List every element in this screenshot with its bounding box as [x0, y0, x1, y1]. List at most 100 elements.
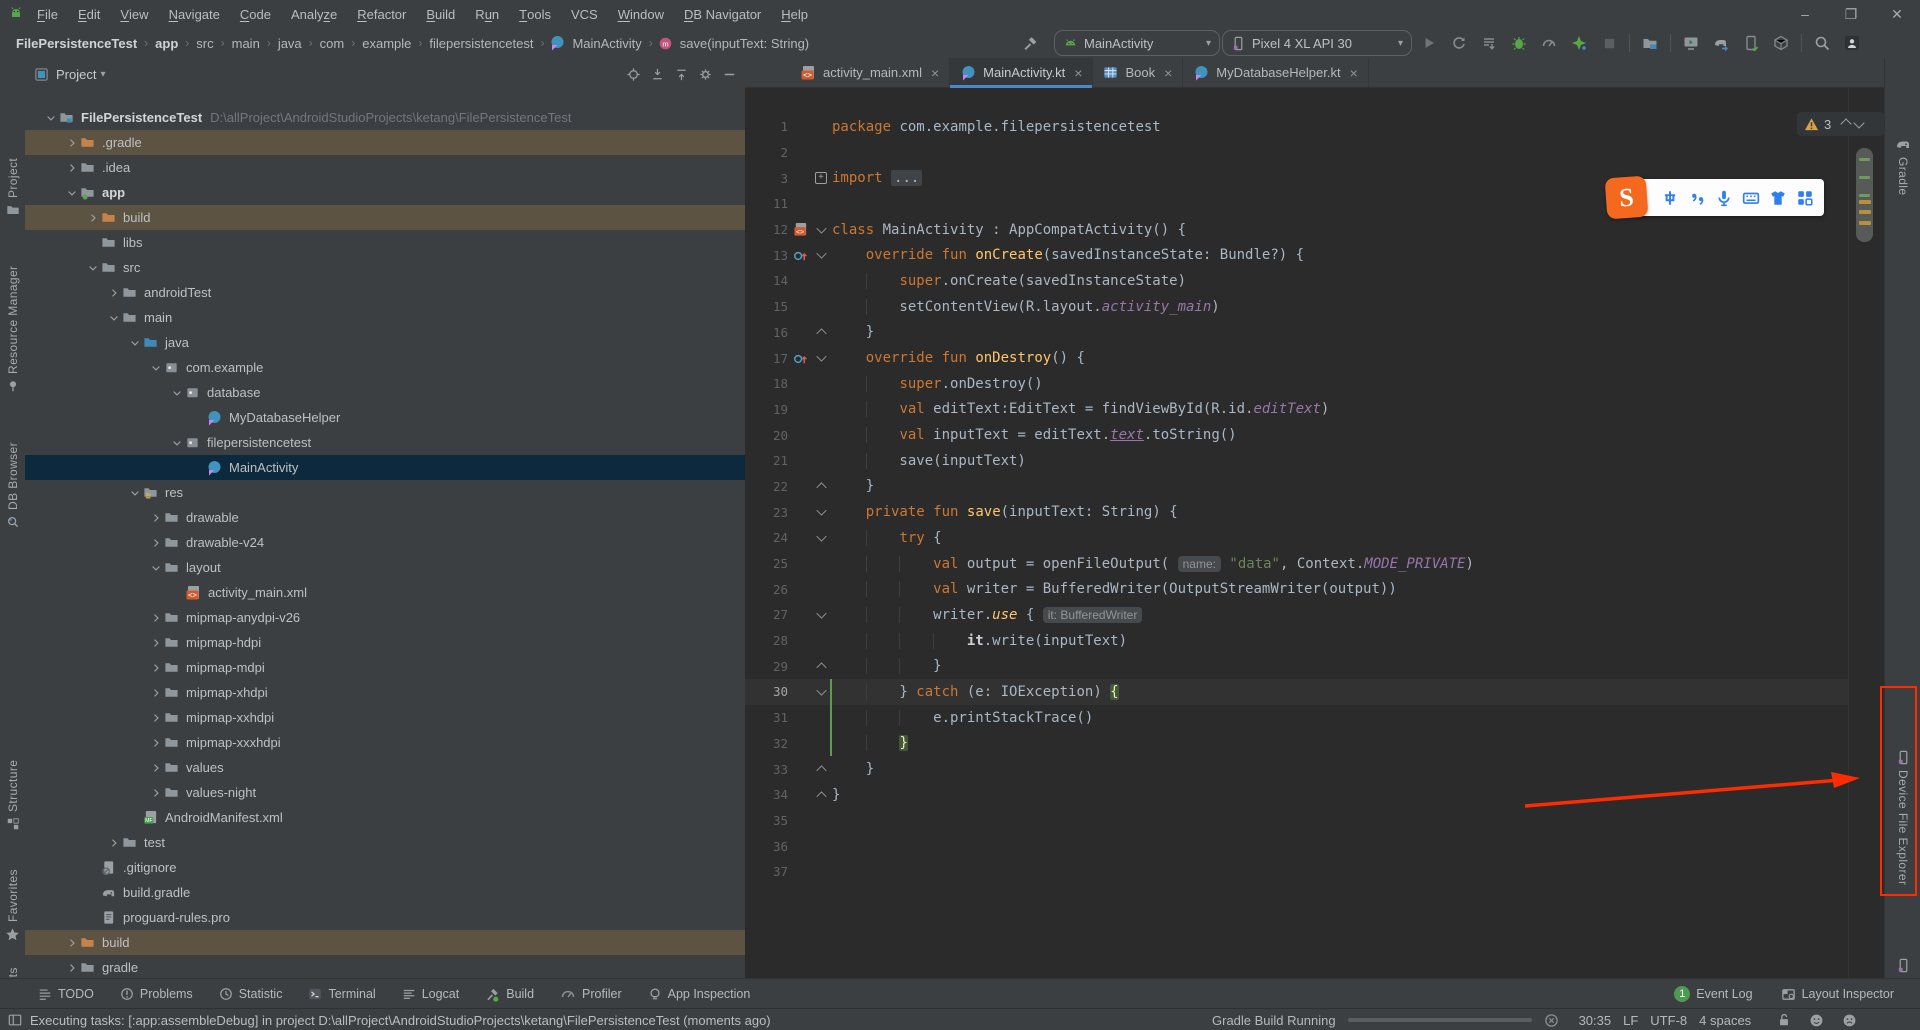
warning-stripe-mark[interactable] — [1859, 210, 1871, 214]
stop-button[interactable] — [1596, 30, 1622, 56]
sad-face-icon[interactable] — [1842, 1013, 1857, 1028]
code-line-25[interactable]: 25 val output = openFileOutput( name: "d… — [745, 551, 1884, 577]
chevron-right-icon[interactable] — [63, 962, 80, 974]
code-line-24[interactable]: 24 try { — [745, 525, 1884, 551]
menu-item-build[interactable]: Build — [417, 0, 464, 28]
chevron-down-icon[interactable] — [42, 112, 59, 124]
previous-warning-icon[interactable] — [1841, 118, 1852, 129]
chevron-right-icon[interactable] — [147, 537, 164, 549]
fold-marker[interactable] — [812, 689, 830, 695]
tree-row-mipmap-xhdpi[interactable]: mipmap-xhdpi — [25, 680, 745, 705]
unlock-icon[interactable] — [1777, 1013, 1791, 1027]
code-line-30[interactable]: 30 } catch (e: IOException) { — [745, 679, 1884, 705]
code-line-23[interactable]: 23 private fun save(inputText: String) { — [745, 499, 1884, 525]
menu-item-code[interactable]: Code — [231, 0, 280, 28]
chevron-down-icon[interactable] — [168, 387, 185, 399]
code-line-22[interactable]: 22 } — [745, 474, 1884, 500]
chevron-right-icon[interactable] — [147, 662, 164, 674]
settings-button[interactable] — [698, 67, 713, 82]
code-line-29[interactable]: 29 } — [745, 653, 1884, 679]
select-opened-file-button[interactable] — [626, 67, 641, 82]
zh-icon[interactable] — [1661, 189, 1679, 207]
code-line-27[interactable]: 27 writer.use { it: BufferedWriter — [745, 602, 1884, 628]
tool-window-button-app-inspection[interactable]: App Inspection — [648, 987, 751, 1001]
tree-row-build[interactable]: build — [25, 930, 745, 955]
apply-changes-button[interactable] — [1446, 30, 1472, 56]
apply-code-changes-button[interactable] — [1476, 30, 1502, 56]
sogou-input-toolbar[interactable]: S — [1632, 179, 1824, 216]
menu-item-run[interactable]: Run — [466, 0, 508, 28]
tree-row-filepersistencetest[interactable]: FilePersistenceTestD:\allProject\Android… — [25, 105, 745, 130]
chevron-right-icon[interactable] — [147, 712, 164, 724]
expand-all-button[interactable] — [650, 67, 665, 82]
tool-window-button-statistic[interactable]: Statistic — [219, 987, 283, 1001]
tree-row-drawable[interactable]: drawable — [25, 505, 745, 530]
tab-activity-main-xml[interactable]: <>activity_main.xml× — [790, 58, 950, 87]
hide-panel-button[interactable] — [722, 67, 737, 82]
tree-row-activity-main-xml[interactable]: <>activity_main.xml — [25, 580, 745, 605]
menu-item-navigate[interactable]: Navigate — [160, 0, 229, 28]
sdk-manager-button[interactable] — [1768, 30, 1794, 56]
tree-row-java[interactable]: java — [25, 330, 745, 355]
chevron-right-icon[interactable] — [84, 212, 101, 224]
tree-row-drawable-v24[interactable]: drawable-v24 — [25, 530, 745, 555]
toolbox-icon[interactable] — [1796, 189, 1814, 207]
code-line-2[interactable]: 2 — [745, 140, 1884, 166]
maximize-button[interactable]: ❐ — [1828, 0, 1874, 28]
tool-window-button-problems[interactable]: Problems — [120, 987, 193, 1001]
tree-row-test[interactable]: test — [25, 830, 745, 855]
fold-marker[interactable] — [812, 252, 830, 258]
tool-stripe-button-db-browser[interactable]: DB Browser — [0, 388, 25, 532]
code-editor[interactable]: 1package com.example.filepersistencetest… — [745, 88, 1884, 978]
chevron-right-icon[interactable] — [147, 762, 164, 774]
tree-row-mydatabasehelper[interactable]: MyDatabaseHelper — [25, 405, 745, 430]
tool-stripe-button-resource-manager[interactable]: Resource Manager — [0, 226, 25, 396]
tool-window-button-terminal[interactable]: Terminal — [308, 987, 375, 1001]
code-line-17[interactable]: 17 override fun onDestroy() { — [745, 345, 1884, 371]
menu-item-tools[interactable]: Tools — [510, 0, 560, 28]
chevron-right-icon[interactable] — [147, 512, 164, 524]
run-configuration-selector[interactable]: MainActivity ▾ — [1054, 30, 1220, 56]
chevron-right-icon[interactable] — [63, 937, 80, 949]
hammer-icon[interactable] — [1022, 35, 1039, 52]
menu-item-file[interactable]: File — [28, 0, 67, 28]
tree-row-proguard-rules-pro[interactable]: proguard-rules.pro — [25, 905, 745, 930]
tool-window-button-todo[interactable]: TODO — [38, 987, 94, 1001]
fold-marker[interactable] — [812, 663, 830, 669]
attach-debugger-button[interactable] — [1566, 30, 1592, 56]
indent-setting[interactable]: 4 spaces — [1699, 1013, 1751, 1028]
tree-row-idea[interactable]: .idea — [25, 155, 745, 180]
profile-apk-button[interactable] — [1637, 30, 1663, 56]
tree-row-values-night[interactable]: values-night — [25, 780, 745, 805]
tree-row-filepersistencetest[interactable]: filepersistencetest — [25, 430, 745, 455]
menu-item-window[interactable]: Window — [609, 0, 673, 28]
tree-row-mipmap-anydpi-v26[interactable]: mipmap-anydpi-v26 — [25, 605, 745, 630]
code-line-13[interactable]: 13 override fun onCreate(savedInstanceSt… — [745, 242, 1884, 268]
tree-row-mipmap-xxxhdpi[interactable]: mipmap-xxxhdpi — [25, 730, 745, 755]
chevron-down-icon[interactable] — [126, 337, 143, 349]
tool-window-button-event-log[interactable]: 1Event Log — [1674, 986, 1752, 1002]
tool-stripe-button-gradle[interactable]: Gradle — [1885, 136, 1920, 258]
keyboard-icon[interactable] — [1742, 189, 1760, 207]
device-selector[interactable]: Pixel 4 XL API 30 ▾ — [1222, 30, 1412, 56]
tab-mydatabasehelper-kt[interactable]: MyDatabaseHelper.kt× — [1183, 58, 1368, 87]
tree-row-main[interactable]: main — [25, 305, 745, 330]
close-icon[interactable]: × — [931, 65, 939, 81]
run-button[interactable] — [1416, 30, 1442, 56]
fold-marker[interactable] — [812, 329, 830, 335]
caret-position[interactable]: 30:35 — [1579, 1013, 1612, 1028]
chevron-right-icon[interactable] — [147, 687, 164, 699]
fold-marker[interactable] — [812, 509, 830, 515]
chevron-right-icon[interactable] — [105, 837, 122, 849]
chevron-down-icon[interactable] — [168, 437, 185, 449]
fold-marker[interactable] — [812, 535, 830, 541]
next-warning-icon[interactable] — [1854, 117, 1865, 128]
code-line-12[interactable]: 12<>class MainActivity : AppCompatActivi… — [745, 217, 1884, 243]
chevron-down-icon[interactable] — [84, 262, 101, 274]
menu-item-analyze[interactable]: Analyze — [282, 0, 346, 28]
fold-marker[interactable] — [812, 355, 830, 361]
chevron-down-icon[interactable] — [63, 187, 80, 199]
chevron-right-icon[interactable] — [147, 612, 164, 624]
code-line-14[interactable]: 14 super.onCreate(savedInstanceState) — [745, 268, 1884, 294]
gradle-sync-button[interactable] — [1708, 30, 1734, 56]
